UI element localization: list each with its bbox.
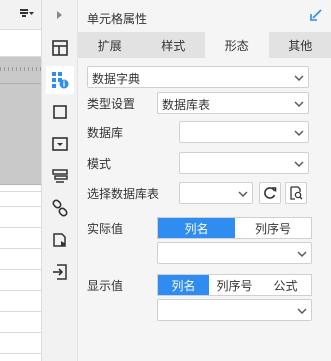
refresh-button[interactable] <box>259 182 281 204</box>
schema-label: 模式 <box>87 157 112 171</box>
display-value-column-name-option[interactable]: 列名 <box>158 275 209 295</box>
cell-element-button[interactable] <box>46 34 74 62</box>
display-value-column-index-option[interactable]: 列序号 <box>209 275 260 295</box>
tab-other[interactable]: 其他 <box>268 32 331 58</box>
actual-value-select-row <box>87 242 320 264</box>
hyperlink-layout-icon <box>52 169 68 183</box>
data-import-icon <box>53 264 67 280</box>
database-select[interactable] <box>179 121 309 143</box>
display-value-row: 显示值 列名 列序号 公式 <box>87 274 320 296</box>
type-setting-label: 类型设置 <box>87 97 136 111</box>
hyperlink-icon <box>52 199 68 217</box>
cell-attribute-icon <box>52 72 69 89</box>
chevron-down-icon <box>297 251 307 257</box>
property-toolbar <box>41 0 77 361</box>
floating-element-icon <box>53 233 66 247</box>
actual-value-column-select[interactable] <box>157 242 312 264</box>
panel-title: 单元格属性 <box>87 12 148 26</box>
chevron-down-icon <box>294 101 304 107</box>
cell-element-icon <box>52 40 68 56</box>
display-value-column-select[interactable] <box>157 299 312 321</box>
tab-style[interactable]: 样式 <box>141 32 205 58</box>
display-value-select-row <box>87 299 320 321</box>
cell-properties-panel: 单元格属性 扩展 样式 形态 其他 数据字典 类型设置 数据库表 数据库 模式 … <box>77 0 331 361</box>
format-dropdown-icon[interactable] <box>19 7 35 21</box>
table-select[interactable] <box>179 182 253 204</box>
database-row: 数据库 <box>87 121 320 143</box>
preview-table-button[interactable] <box>285 182 307 204</box>
widget-settings-button[interactable] <box>46 98 74 126</box>
left-row <box>0 30 41 57</box>
tab-expand[interactable]: 扩展 <box>78 32 142 58</box>
grid-header-row <box>0 186 41 192</box>
left-top-bar <box>0 0 41 30</box>
chevron-down-icon <box>297 308 307 314</box>
condition-attribute-button[interactable] <box>46 130 74 158</box>
tab-form[interactable]: 形态 <box>205 32 269 58</box>
actual-value-toggle: 列名 列序号 <box>157 217 312 239</box>
panel-tabs: 扩展 样式 形态 其他 <box>78 32 331 58</box>
preview-search-icon <box>290 186 303 200</box>
chevron-down-icon <box>294 75 304 81</box>
ruler-ticks <box>0 67 41 71</box>
display-value-label: 显示值 <box>87 279 124 293</box>
ruler-area <box>0 57 41 185</box>
schema-row: 模式 <box>87 152 320 174</box>
data-import-button[interactable] <box>46 258 74 286</box>
actual-value-column-name-option[interactable]: 列名 <box>158 218 235 238</box>
collapse-right-icon[interactable] <box>54 10 64 20</box>
refresh-icon <box>264 187 277 199</box>
cell-attribute-button[interactable] <box>46 66 74 94</box>
display-value-toggle: 列名 列序号 公式 <box>157 274 312 296</box>
ruler-line <box>0 83 41 84</box>
chevron-down-icon <box>238 191 248 197</box>
dock-arrow-icon[interactable] <box>310 9 322 21</box>
type-setting-row: 类型设置 数据库表 <box>87 92 320 114</box>
actual-value-label: 实际值 <box>87 222 124 236</box>
chevron-down-icon <box>294 161 304 167</box>
spreadsheet-grid[interactable] <box>0 186 41 361</box>
actual-value-column-index-option[interactable]: 列序号 <box>235 218 311 238</box>
floating-element-button[interactable] <box>46 226 74 254</box>
schema-select[interactable] <box>179 152 309 174</box>
widget-settings-icon <box>53 105 67 119</box>
actual-value-row: 实际值 列名 列序号 <box>87 217 320 239</box>
form-type-select[interactable]: 数据字典 <box>87 66 309 88</box>
left-canvas-area <box>0 0 41 361</box>
type-row: 数据字典 <box>87 66 320 88</box>
select-table-row: 选择数据库表 <box>87 182 320 204</box>
hyperlink-layout-button[interactable] <box>46 162 74 190</box>
display-value-formula-option[interactable]: 公式 <box>260 275 311 295</box>
database-label: 数据库 <box>87 126 124 140</box>
form-type-value: 数据字典 <box>92 72 141 86</box>
select-table-label: 选择数据库表 <box>87 187 160 201</box>
panel-header: 单元格属性 <box>78 0 331 32</box>
chevron-down-icon <box>294 130 304 136</box>
type-setting-select[interactable]: 数据库表 <box>157 92 309 114</box>
hyperlink-button[interactable] <box>46 194 74 222</box>
condition-attribute-icon <box>52 137 68 151</box>
type-setting-value: 数据库表 <box>162 98 211 112</box>
